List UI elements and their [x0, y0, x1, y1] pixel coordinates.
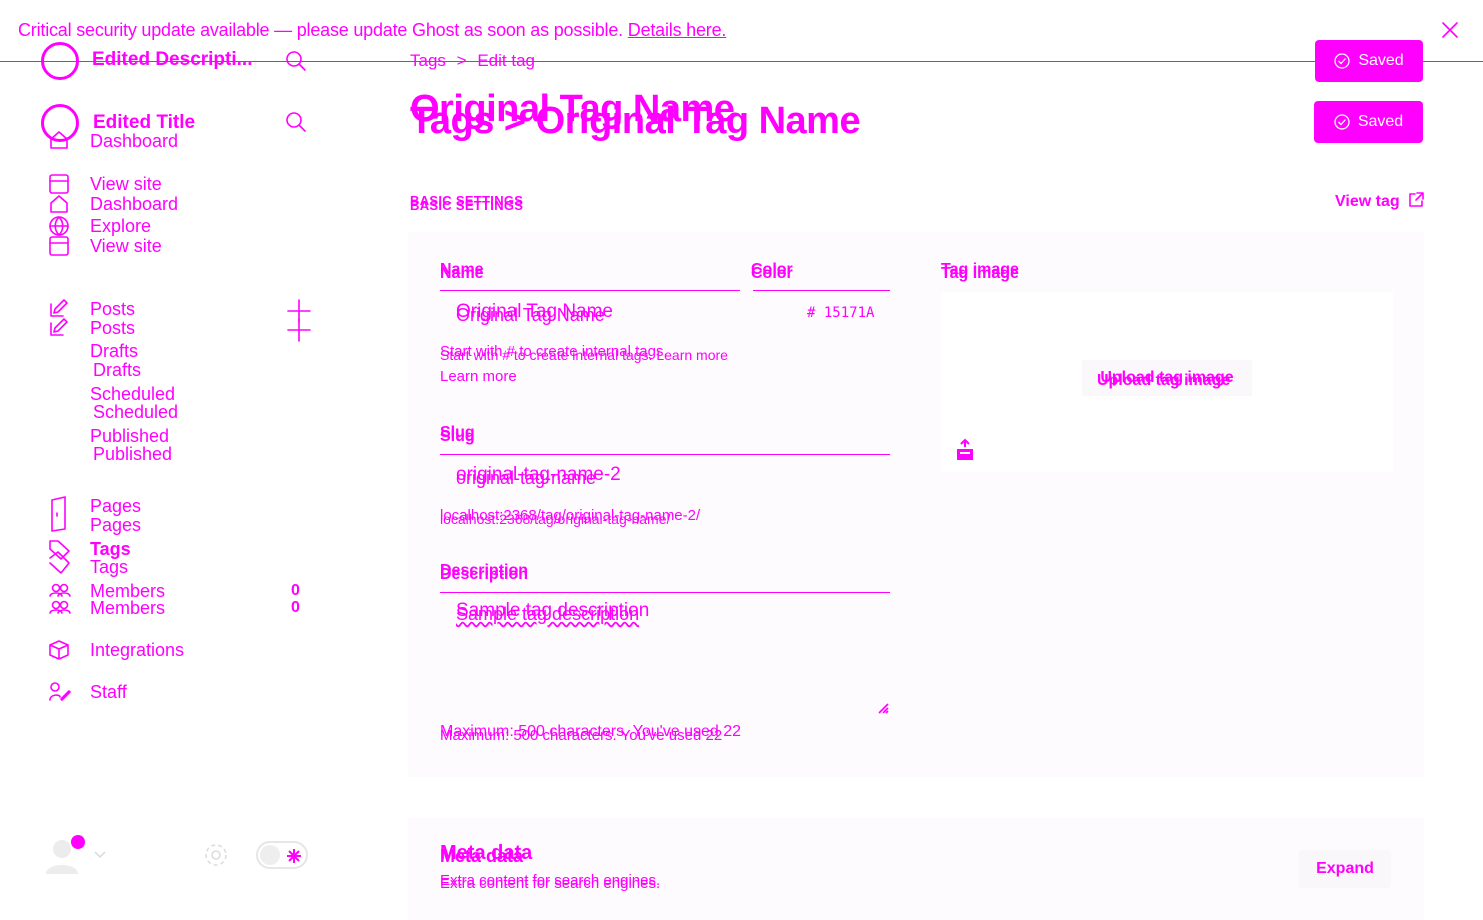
color-input-value: # 15171A	[807, 305, 875, 321]
expand-label: Expand	[1316, 860, 1374, 877]
page-title-secondary: Tags > Original Tag Name	[410, 100, 861, 142]
nav-sub-published-2[interactable]: Published	[93, 444, 172, 465]
slug-input-value-secondary: original-tag-name	[456, 468, 597, 488]
name-hint-secondary: Start with # to create internal tags. Le…	[440, 347, 728, 363]
pencil-icon	[50, 318, 68, 336]
cube-icon	[49, 640, 69, 660]
search-button-secondary[interactable]	[285, 111, 307, 133]
view-tag-label: View tag	[1335, 193, 1400, 210]
home-icon	[50, 195, 68, 213]
image-upload-icon	[957, 438, 973, 460]
nav-label: Tags	[90, 557, 129, 577]
nav-label: Members	[90, 598, 166, 618]
home-icon	[50, 131, 68, 149]
staff-icon	[49, 682, 71, 701]
nav-label: Posts	[90, 299, 136, 319]
meta-data-subtitle-secondary: Extra content for search engines.	[440, 875, 661, 892]
meta-data-title-secondary: Meta data	[440, 846, 524, 866]
close-banner-button[interactable]	[1440, 20, 1460, 40]
nav-label: Explore	[90, 216, 152, 236]
site-logo[interactable]	[41, 42, 79, 80]
tag-icon	[49, 540, 70, 574]
page-icon	[51, 496, 66, 532]
external-link-icon	[1409, 192, 1424, 207]
description-textarea[interactable]: Sample tag description Sample tag descri…	[440, 594, 890, 716]
description-label-rule	[440, 592, 890, 593]
browser-icon	[49, 174, 69, 194]
nav-label: Pages	[90, 496, 142, 516]
notification-dot	[71, 835, 85, 849]
name-label-rule	[440, 290, 740, 291]
color-label-rule	[753, 290, 890, 291]
slug-label-secondary: Slug	[440, 428, 475, 445]
saved-button[interactable]: Saved	[1315, 40, 1423, 82]
security-banner: Critical security update available — ple…	[18, 20, 726, 41]
breadcrumb: Tags > Edit tag	[410, 51, 535, 71]
resize-handle-icon[interactable]	[877, 702, 889, 714]
members-icon	[49, 583, 71, 614]
name-input[interactable]: Original Tag Name Original Tag Name	[440, 292, 740, 336]
nav-label: View site	[90, 174, 162, 194]
gear-icon[interactable]	[203, 842, 229, 868]
name-label-secondary: Name	[440, 265, 484, 282]
banner-text: Critical security update available — ple…	[18, 20, 623, 40]
upload-label-secondary: Upload tag image	[1097, 372, 1231, 389]
nav-label: View site	[90, 236, 162, 256]
nav-sub-scheduled-2[interactable]: Scheduled	[93, 402, 178, 423]
meta-data-expand-button[interactable]: Expand	[1299, 850, 1391, 888]
description-value-secondary: Sample tag description	[456, 604, 640, 624]
site-title[interactable]: Edited Descripti...	[92, 49, 252, 71]
name-input-value-secondary: Original Tag Name	[456, 305, 605, 325]
members-count: 0	[291, 599, 300, 616]
color-label-secondary: Color	[751, 265, 793, 282]
view-tag-link[interactable]: View tag	[1335, 192, 1424, 211]
banner-details-link[interactable]: Details here.	[628, 20, 727, 40]
tag-image-label-secondary: Tag image	[941, 265, 1019, 282]
color-input[interactable]: # 15171A	[753, 292, 890, 336]
browser-icon	[49, 236, 69, 256]
check-circle-icon	[1334, 53, 1350, 69]
saved-label: Saved	[1358, 52, 1404, 69]
nav-label: Integrations	[90, 640, 185, 660]
description-label-secondary: Description	[440, 566, 529, 583]
description-hint-secondary: Maximum: 500 characters. You've used 22	[440, 727, 723, 744]
breadcrumb-current: Edit tag	[477, 51, 535, 70]
meta-data-card	[408, 818, 1424, 920]
learn-more-link[interactable]: Learn more	[440, 368, 517, 385]
nav-label: Dashboard	[90, 131, 179, 151]
basic-settings-heading-secondary: BASIC SETTINGS	[410, 198, 524, 213]
nav-sub-drafts-2[interactable]: Drafts	[93, 360, 141, 381]
sun-icon	[287, 849, 301, 863]
nav-sub-drafts[interactable]: Drafts	[90, 341, 138, 362]
nav-label: Posts	[90, 318, 136, 338]
nav-label: Pages	[90, 515, 142, 535]
saved-button-secondary[interactable]: Saved	[1314, 101, 1423, 143]
chevron-down-icon[interactable]	[93, 850, 107, 860]
check-circle-icon	[1334, 114, 1350, 130]
breadcrumb-tags-link[interactable]: Tags	[410, 51, 446, 70]
nav-label: Dashboard	[90, 194, 179, 214]
slug-label-rule	[440, 454, 890, 455]
pencil-icon	[50, 299, 68, 317]
members-count: 0	[291, 582, 300, 599]
tag-image-dropzone[interactable]: Upload tag image Upload tag image	[941, 292, 1393, 472]
toggle-knob	[260, 845, 280, 865]
slug-url-secondary: localhost:2368/tag/original-tag-name/	[440, 511, 671, 527]
search-icon	[286, 112, 306, 132]
nav-label: Staff	[90, 682, 127, 702]
breadcrumb-separator: >	[456, 51, 467, 70]
new-post-plus-icon[interactable]	[287, 318, 311, 342]
slug-input[interactable]: original-tag-name-2 original-tag-name	[440, 456, 890, 500]
search-icon	[286, 51, 306, 71]
close-icon	[1442, 22, 1458, 38]
globe-icon	[49, 216, 69, 236]
search-button[interactable]	[285, 50, 307, 72]
saved-label: Saved	[1357, 113, 1404, 130]
